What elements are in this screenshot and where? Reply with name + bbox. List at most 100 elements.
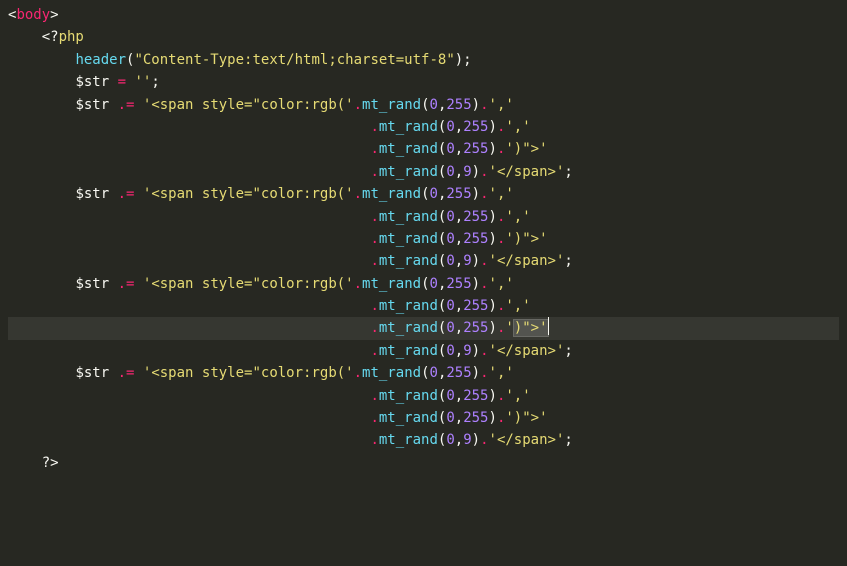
token: ( [421, 276, 429, 292]
token: mt_rand [379, 119, 438, 135]
token: '</span>' [489, 343, 565, 359]
token: ) [489, 388, 497, 404]
token [134, 276, 142, 292]
token: ',' [489, 186, 514, 202]
token: 0 [430, 97, 438, 113]
token: '</span>' [489, 432, 565, 448]
token: mt_rand [379, 388, 438, 404]
token: $str [75, 97, 109, 113]
token: 0 [446, 432, 454, 448]
token: mt_rand [362, 365, 421, 381]
token [109, 276, 117, 292]
code-line-19[interactable]: .mt_rand(0,9).'</span>'; [8, 429, 839, 451]
token [134, 186, 142, 202]
token: 0 [446, 119, 454, 135]
token: $str [75, 365, 109, 381]
token: mt_rand [379, 432, 438, 448]
token: 255 [446, 365, 471, 381]
token: )">' [514, 320, 548, 336]
token: ',' [505, 298, 530, 314]
token: ',' [505, 119, 530, 135]
token: . [370, 343, 378, 359]
token: ) [489, 320, 497, 336]
code-line-20[interactable]: ?> [8, 452, 839, 474]
token: ) [489, 298, 497, 314]
token: 0 [446, 343, 454, 359]
token: . [480, 164, 488, 180]
code-line-8[interactable]: $str .= '<span style="color:rgb('.mt_ran… [8, 183, 839, 205]
token: <? [42, 29, 59, 45]
token: "Content-Type:text/html;charset=utf-8" [134, 52, 454, 68]
code-line-17[interactable]: .mt_rand(0,255).',' [8, 385, 839, 407]
token: , [455, 209, 463, 225]
token: ; [564, 164, 572, 180]
token: , [455, 164, 463, 180]
token: ) [489, 119, 497, 135]
token: 255 [463, 119, 488, 135]
code-line-11[interactable]: .mt_rand(0,9).'</span>'; [8, 250, 839, 272]
token: mt_rand [379, 231, 438, 247]
token: . [354, 186, 362, 202]
token: '</span>' [489, 164, 565, 180]
code-line-16[interactable]: $str .= '<span style="color:rgb('.mt_ran… [8, 362, 839, 384]
token: , [455, 410, 463, 426]
code-line-5[interactable]: .mt_rand(0,255).',' [8, 116, 839, 138]
code-line-15[interactable]: .mt_rand(0,9).'</span>'; [8, 340, 839, 362]
token: mt_rand [379, 164, 438, 180]
token: 0 [430, 186, 438, 202]
token: '</span>' [489, 253, 565, 269]
token: . [370, 253, 378, 269]
code-editor[interactable]: <body> <?php header("Content-Type:text/h… [0, 0, 847, 478]
code-line-3[interactable]: $str = ''; [8, 71, 839, 93]
token: ) [472, 186, 480, 202]
token: ) [472, 97, 480, 113]
code-line-1[interactable]: <?php [8, 26, 839, 48]
code-line-6[interactable]: .mt_rand(0,255).')">' [8, 138, 839, 160]
token: ; [564, 253, 572, 269]
token: . [370, 388, 378, 404]
token: . [480, 97, 488, 113]
code-line-10[interactable]: .mt_rand(0,255).')">' [8, 228, 839, 250]
token: ',' [505, 388, 530, 404]
token: , [455, 253, 463, 269]
token [109, 365, 117, 381]
token: , [455, 231, 463, 247]
token: . [370, 410, 378, 426]
token: 0 [446, 253, 454, 269]
token: , [455, 432, 463, 448]
token: ',' [489, 97, 514, 113]
token: ) [489, 141, 497, 157]
code-line-12[interactable]: $str .= '<span style="color:rgb('.mt_ran… [8, 273, 839, 295]
token: 0 [446, 388, 454, 404]
token: 255 [463, 209, 488, 225]
token: . [370, 119, 378, 135]
code-line-0[interactable]: <body> [8, 4, 839, 26]
code-line-13[interactable]: .mt_rand(0,255).',' [8, 295, 839, 317]
code-line-14[interactable]: .mt_rand(0,255).')">' [8, 317, 839, 339]
token: , [455, 320, 463, 336]
token: $str [75, 276, 109, 292]
code-line-7[interactable]: .mt_rand(0,9).'</span>'; [8, 161, 839, 183]
token: 255 [463, 298, 488, 314]
token: , [455, 298, 463, 314]
token: ')">' [505, 231, 547, 247]
token: mt_rand [362, 186, 421, 202]
token: . [370, 298, 378, 314]
token: ) [472, 432, 480, 448]
token: , [455, 141, 463, 157]
token: '<span style="color:rgb(' [143, 186, 354, 202]
token: . [480, 343, 488, 359]
token: 9 [463, 432, 471, 448]
code-line-4[interactable]: $str .= '<span style="color:rgb('.mt_ran… [8, 94, 839, 116]
token: ; [151, 74, 159, 90]
token: mt_rand [379, 343, 438, 359]
token [134, 97, 142, 113]
code-line-18[interactable]: .mt_rand(0,255).')">' [8, 407, 839, 429]
token: ',' [505, 209, 530, 225]
token: '<span style="color:rgb(' [143, 97, 354, 113]
token: header [75, 52, 126, 68]
code-line-2[interactable]: header("Content-Type:text/html;charset=u… [8, 49, 839, 71]
code-line-9[interactable]: .mt_rand(0,255).',' [8, 206, 839, 228]
token: . [480, 365, 488, 381]
token: 0 [446, 320, 454, 336]
